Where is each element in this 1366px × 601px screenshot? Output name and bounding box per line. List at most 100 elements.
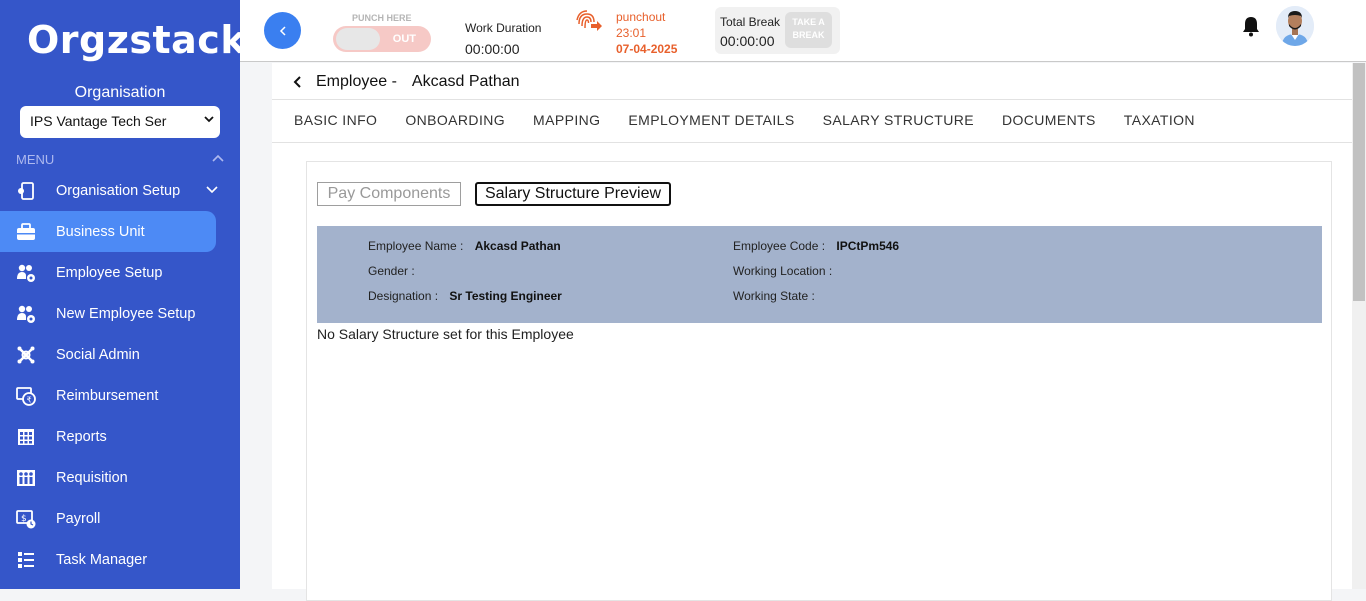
employee-info-box: Employee Name : Akcasd Pathan Gender : D… <box>317 226 1322 323</box>
social-icon <box>16 345 36 365</box>
divider <box>272 142 1352 143</box>
total-break-value: 00:00:00 <box>720 33 775 49</box>
scrollbar-thumb[interactable] <box>1353 63 1365 301</box>
take-break-line1: TAKE A <box>792 17 825 27</box>
sidebar-item-label: Requisition <box>56 469 128 486</box>
no-salary-structure-message: No Salary Structure set for this Employe… <box>317 326 574 342</box>
main-content: Employee - Akcasd Pathan BASIC INFO ONBO… <box>272 63 1352 601</box>
total-break-label: Total Break <box>720 15 781 29</box>
working-location-field: Working Location : <box>733 264 840 278</box>
users-gear-icon <box>16 263 36 283</box>
svg-text:$: $ <box>21 514 27 524</box>
divider <box>272 99 1352 100</box>
briefcase-icon <box>16 222 36 242</box>
field-value: Sr Testing Engineer <box>449 289 562 303</box>
organisation-select[interactable]: IPS Vantage Tech Ser <box>20 106 220 138</box>
sidebar: Orgzstack Organisation IPS Vantage Tech … <box>0 0 240 589</box>
requisition-icon <box>16 468 36 488</box>
toggle-knob <box>336 28 380 50</box>
app-logo: Orgzstack <box>27 18 240 62</box>
breadcrumb-prefix: Employee - <box>316 73 397 90</box>
menu-heading: MENU <box>16 152 224 167</box>
punch-here-label: PUNCH HERE <box>352 13 412 23</box>
field-label: Working Location : <box>733 264 833 278</box>
punch-time: 23:01 <box>616 26 647 40</box>
punch-status: punchout <box>616 10 666 24</box>
grid-icon <box>16 427 36 447</box>
reimbursement-icon: ₹ <box>16 386 36 406</box>
punch-toggle[interactable]: OUT <box>333 26 431 52</box>
field-value: Akcasd Pathan <box>474 239 561 253</box>
tab-mapping[interactable]: MAPPING <box>533 112 600 128</box>
sidebar-item-new-employee-setup[interactable]: New Employee Setup <box>0 293 240 334</box>
field-label: Employee Code : <box>733 239 826 253</box>
collapse-sidebar-button[interactable] <box>264 12 301 49</box>
tab-documents[interactable]: DOCUMENTS <box>1002 112 1096 128</box>
sidebar-item-label: Reimbursement <box>56 387 159 404</box>
sidebar-item-reimbursement[interactable]: ₹ Reimbursement <box>0 375 240 416</box>
sidebar-item-social-admin[interactable]: Social Admin <box>0 334 240 375</box>
sidebar-item-business-unit[interactable]: Business Unit <box>0 211 216 252</box>
svg-text:₹: ₹ <box>27 395 32 404</box>
take-break-line2: BREAK <box>792 30 825 40</box>
sidebar-item-label: New Employee Setup <box>56 305 196 322</box>
list-icon <box>16 550 36 570</box>
sidebar-item-employee-setup[interactable]: Employee Setup <box>0 252 240 293</box>
working-state-field: Working State : <box>733 289 823 303</box>
toggle-text: OUT <box>392 33 416 45</box>
tab-employment-details[interactable]: EMPLOYMENT DETAILS <box>628 112 794 128</box>
sidebar-item-task-manager[interactable]: Task Manager <box>0 539 240 580</box>
employee-name-field: Employee Name : Akcasd Pathan <box>368 239 561 253</box>
tab-basic-info[interactable]: BASIC INFO <box>294 112 377 128</box>
payroll-icon: $ <box>16 509 36 529</box>
field-value: IPCtPm546 <box>836 239 900 253</box>
org-setup-icon <box>16 181 36 201</box>
field-label: Working State : <box>733 289 815 303</box>
chevron-down-icon <box>204 116 214 123</box>
sidebar-item-reports[interactable]: Reports <box>0 416 240 457</box>
tab-onboarding[interactable]: ONBOARDING <box>405 112 505 128</box>
bell-icon[interactable] <box>1241 15 1261 37</box>
field-label: Designation : <box>368 289 439 303</box>
chevron-up-icon[interactable] <box>212 154 224 164</box>
sidebar-item-label: Reports <box>56 428 107 445</box>
sidebar-item-label: Business Unit <box>56 223 145 240</box>
tab-taxation[interactable]: TAXATION <box>1124 112 1195 128</box>
gender-field: Gender : <box>368 264 423 278</box>
sidebar-item-label: Organisation Setup <box>56 182 181 199</box>
user-avatar[interactable] <box>1276 6 1314 46</box>
work-duration-label: Work Duration <box>465 21 542 35</box>
salary-structure-panel: Pay Components Salary Structure Preview … <box>306 161 1332 601</box>
chevron-left-icon <box>279 25 286 36</box>
tab-salary-structure[interactable]: SALARY STRUCTURE <box>823 112 974 128</box>
fingerprint-icon <box>576 10 602 31</box>
employee-code-field: Employee Code : IPCtPm546 <box>733 239 899 253</box>
work-duration-value: 00:00:00 <box>465 41 520 57</box>
punch-date: 07-04-2025 <box>616 42 678 56</box>
take-break-button[interactable]: TAKE A BREAK <box>785 12 832 48</box>
organisation-select-value: IPS Vantage Tech Ser <box>30 113 167 129</box>
sidebar-item-organisation-setup[interactable]: Organisation Setup <box>0 170 240 211</box>
field-label: Gender : <box>368 264 415 278</box>
chevron-down-icon <box>206 186 218 194</box>
sidebar-item-label: Social Admin <box>56 346 140 363</box>
sidebar-item-payroll[interactable]: $ Payroll <box>0 498 240 539</box>
vertical-scrollbar[interactable] <box>1352 63 1366 589</box>
breadcrumb: Employee - Akcasd Pathan <box>292 73 520 91</box>
users-gear-icon <box>16 304 36 324</box>
designation-field: Designation : Sr Testing Engineer <box>368 289 562 303</box>
total-break-box: Total Break 00:00:00 TAKE A BREAK <box>715 7 840 54</box>
field-label: Employee Name : <box>368 239 464 253</box>
sidebar-item-label: Employee Setup <box>56 264 163 281</box>
salary-structure-preview-button[interactable]: Salary Structure Preview <box>475 182 671 206</box>
sidebar-menu: Organisation Setup Business Unit Employe… <box>0 170 240 580</box>
chevron-left-icon[interactable] <box>292 75 302 89</box>
sidebar-item-requisition[interactable]: Requisition <box>0 457 240 498</box>
employee-name-title: Akcasd Pathan <box>411 73 520 90</box>
menu-label: MENU <box>16 152 55 167</box>
top-bar: PUNCH HERE OUT Work Duration 00:00:00 pu… <box>240 0 1366 62</box>
sidebar-item-label: Task Manager <box>56 551 148 568</box>
employee-tabs: BASIC INFO ONBOARDING MAPPING EMPLOYMENT… <box>294 112 1223 128</box>
organisation-label: Organisation <box>74 84 166 101</box>
pay-components-button[interactable]: Pay Components <box>317 182 461 206</box>
